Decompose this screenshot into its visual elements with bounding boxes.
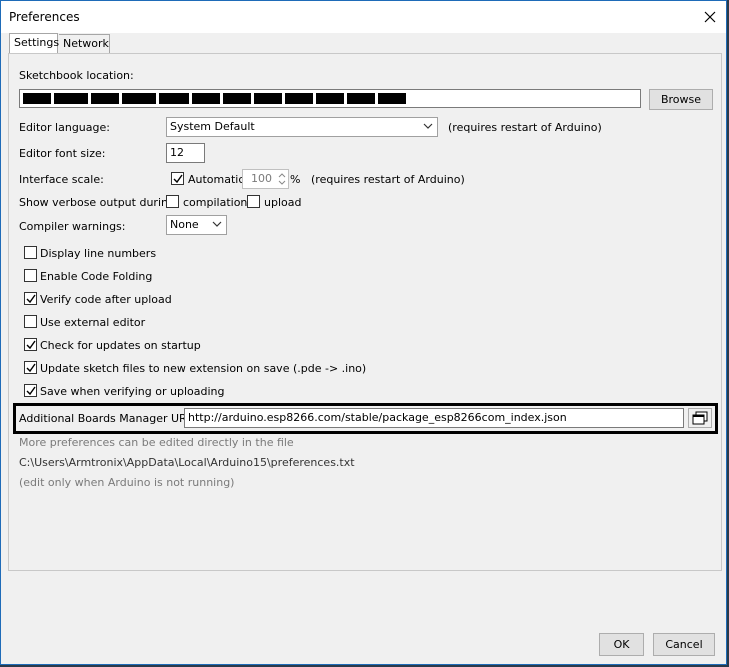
browse-button[interactable]: Browse [649,89,713,110]
compilation-label: compilation [183,196,248,209]
sketchbook-location-input[interactable] [19,89,641,108]
more-prefs-text: More preferences can be edited directly … [19,436,294,449]
editor-font-size-input[interactable]: 12 [166,143,205,163]
title-bar: Preferences [1,1,726,33]
editor-language-note: (requires restart of Arduino) [448,121,602,134]
sketchbook-label: Sketchbook location: [19,69,134,82]
editor-language-label: Editor language: [19,121,110,134]
check-updates-checkbox[interactable] [24,338,37,351]
display-line-numbers-checkbox[interactable] [24,246,37,259]
close-icon [704,11,716,23]
preferences-file-path: C:\Users\Armtronix\AppData\Local\Arduino… [19,456,355,469]
automatic-label: Automatic [188,173,245,186]
ok-button[interactable]: OK [599,633,644,656]
compilation-checkbox[interactable] [166,195,179,208]
option-label: Display line numbers [40,247,157,260]
tab-network[interactable]: Network [59,34,110,53]
preferences-window: Preferences Settings Network Sketchbook … [0,0,727,665]
edit-note: (edit only when Arduino is not running) [19,476,235,489]
option-label: Update sketch files to new extension on … [40,362,367,375]
editor-language-select[interactable]: System Default [166,117,438,137]
upload-label: upload [264,196,302,209]
use-external-editor-checkbox[interactable] [24,315,37,328]
window-title: Preferences [9,10,80,24]
option-label: Enable Code Folding [40,270,153,283]
tab-settings[interactable]: Settings [9,33,59,54]
boards-urls-label: Additional Boards Manager URLs: [19,412,203,425]
window-list-icon [692,411,708,425]
save-when-verifying-checkbox[interactable] [24,384,37,397]
interface-scale-note: (requires restart of Arduino) [311,173,465,186]
checkmark-icon [173,174,183,184]
boards-urls-input[interactable]: http://arduino.esp8266.com/stable/packag… [184,408,684,428]
spinner-arrows-icon [278,173,286,185]
boards-urls-highlight: Additional Boards Manager URLs: http://a… [13,403,718,434]
enable-code-folding-checkbox[interactable] [24,269,37,282]
settings-panel: Sketchbook location: Browse Editor langu… [8,53,722,571]
option-label: Save when verifying or uploading [40,385,225,398]
editor-font-size-label: Editor font size: [19,147,106,160]
checkmark-icon [26,340,36,350]
chevron-down-icon [423,123,433,129]
compiler-warnings-select[interactable]: None [166,215,227,235]
editor-language-value: System Default [170,120,255,133]
close-button[interactable] [694,1,726,33]
edit-urls-button[interactable] [688,408,712,428]
upload-checkbox[interactable] [247,195,260,208]
checkmark-icon [26,386,36,396]
redacted-path [23,93,406,104]
update-sketch-extension-checkbox[interactable] [24,361,37,374]
interface-scale-unit: % [290,173,301,186]
option-label: Verify code after upload [40,293,172,306]
checkmark-icon [26,294,36,304]
cancel-button[interactable]: Cancel [653,633,715,656]
checkmark-icon [26,363,36,373]
scale-spinner[interactable] [276,170,288,188]
verify-code-checkbox[interactable] [24,292,37,305]
compiler-warnings-value: None [170,218,199,231]
option-label: Check for updates on startup [40,339,201,352]
verbose-label: Show verbose output during: [19,196,179,209]
option-label: Use external editor [40,316,146,329]
chevron-down-icon [212,221,222,227]
automatic-checkbox[interactable] [171,172,184,185]
interface-scale-label: Interface scale: [19,173,104,186]
compiler-warnings-label: Compiler warnings: [19,220,126,233]
